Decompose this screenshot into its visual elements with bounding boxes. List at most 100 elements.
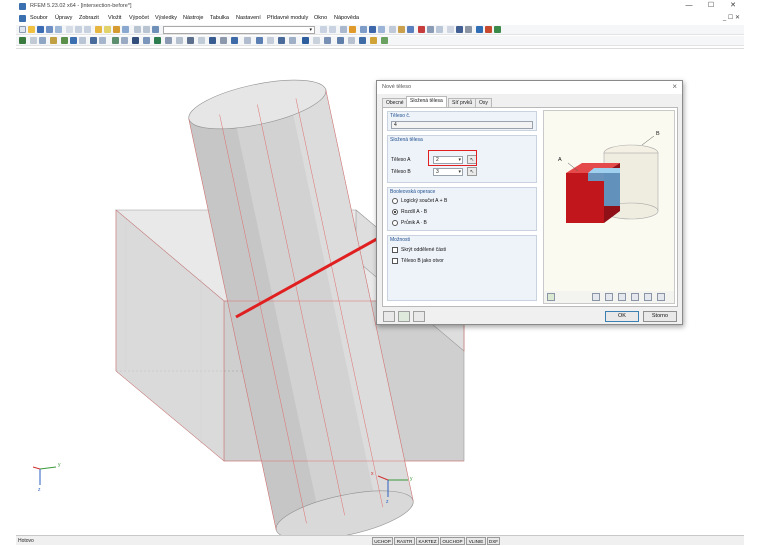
preview-print-icon[interactable] bbox=[644, 293, 652, 301]
hide-separated-checkbox[interactable] bbox=[392, 247, 398, 253]
preview-view-z-icon[interactable] bbox=[631, 293, 639, 301]
cube-icon[interactable] bbox=[398, 26, 405, 33]
body-b-combo[interactable]: 3 ▾ bbox=[433, 168, 463, 176]
plot-icon[interactable] bbox=[381, 37, 388, 44]
import-icon[interactable] bbox=[348, 37, 355, 44]
save-icon[interactable] bbox=[37, 26, 44, 33]
print-preview-icon[interactable] bbox=[55, 26, 62, 33]
status-dxf-button[interactable]: DXF bbox=[487, 537, 500, 545]
solids-icon[interactable] bbox=[389, 26, 396, 33]
view-z-icon[interactable] bbox=[143, 37, 150, 44]
support-icon[interactable] bbox=[61, 37, 68, 44]
view-icon[interactable] bbox=[104, 26, 111, 33]
cancel-button[interactable]: Storno bbox=[643, 311, 677, 322]
tab-obecne[interactable]: Obecné bbox=[382, 98, 408, 107]
menu-zobrazit[interactable]: Zobrazit bbox=[79, 15, 99, 21]
filter-icon[interactable] bbox=[407, 26, 414, 33]
help-button[interactable] bbox=[383, 311, 395, 322]
zoom-window-icon[interactable] bbox=[176, 37, 183, 44]
cut-icon[interactable] bbox=[66, 26, 73, 33]
preview-settings-icon[interactable] bbox=[547, 293, 555, 301]
hinge-icon[interactable] bbox=[70, 37, 77, 44]
status-ouchop-button[interactable]: OUCHOP bbox=[440, 537, 465, 545]
color-icon[interactable] bbox=[370, 37, 377, 44]
settings-icon[interactable] bbox=[465, 26, 472, 33]
wireframe-icon[interactable] bbox=[209, 37, 216, 44]
grid-icon[interactable] bbox=[143, 26, 150, 33]
mdi-window-controls[interactable]: _ ☐ ✕ bbox=[723, 14, 740, 21]
dialog-close-icon[interactable]: × bbox=[672, 82, 677, 91]
solid-view-icon[interactable] bbox=[220, 37, 227, 44]
layer-icon[interactable] bbox=[324, 37, 331, 44]
select-icon[interactable] bbox=[95, 26, 102, 33]
ok-button[interactable]: OK bbox=[605, 311, 639, 322]
view-iso-icon[interactable] bbox=[112, 37, 119, 44]
menu-nastroje[interactable]: Nástroje bbox=[183, 15, 203, 21]
export-icon[interactable] bbox=[337, 37, 344, 44]
guide-icon[interactable] bbox=[447, 26, 454, 33]
structure-icon[interactable] bbox=[90, 37, 97, 44]
status-vlinie-button[interactable]: VLINIE bbox=[466, 537, 486, 545]
status-uchop-button[interactable]: UCHOP bbox=[372, 537, 393, 545]
radio-intersection[interactable] bbox=[392, 220, 398, 226]
pick-button[interactable] bbox=[413, 311, 425, 322]
axis-tool-icon[interactable] bbox=[39, 37, 46, 44]
surfaces-icon[interactable] bbox=[378, 26, 385, 33]
menu-vypocet[interactable]: Výpočet bbox=[129, 15, 149, 21]
loads-icon[interactable] bbox=[340, 26, 347, 33]
legend-icon[interactable] bbox=[289, 37, 296, 44]
measure-icon[interactable] bbox=[427, 26, 434, 33]
status-rastr-button[interactable]: RASTR bbox=[394, 537, 415, 545]
render-icon[interactable] bbox=[113, 26, 120, 33]
pan-icon[interactable] bbox=[198, 37, 205, 44]
table-icon[interactable] bbox=[134, 26, 141, 33]
prev-icon[interactable] bbox=[320, 26, 327, 33]
deform-icon[interactable] bbox=[349, 26, 356, 33]
dim-icon[interactable] bbox=[302, 37, 309, 44]
zoom-all-icon[interactable] bbox=[165, 37, 172, 44]
preview-view-y-icon[interactable] bbox=[618, 293, 626, 301]
info-button[interactable] bbox=[398, 311, 410, 322]
maximize-button[interactable]: ☐ bbox=[700, 1, 722, 11]
delete-icon[interactable] bbox=[418, 26, 425, 33]
radio-difference[interactable] bbox=[392, 209, 398, 215]
undo-icon[interactable] bbox=[75, 26, 82, 33]
menu-napoveda[interactable]: Nápověda bbox=[334, 15, 359, 21]
menu-upravy[interactable]: Úpravy bbox=[55, 15, 72, 21]
perspective-icon[interactable] bbox=[244, 37, 251, 44]
menu-vysledky[interactable]: Výsledky bbox=[155, 15, 177, 21]
status-kartez-button[interactable]: KARTEZ bbox=[416, 537, 439, 545]
open-folder-icon[interactable] bbox=[28, 26, 35, 33]
numbering-icon[interactable] bbox=[278, 37, 285, 44]
rotate-icon[interactable] bbox=[187, 37, 194, 44]
preview-view-x-icon[interactable] bbox=[605, 293, 613, 301]
new-file-icon[interactable] bbox=[19, 26, 26, 33]
line-tool-icon[interactable] bbox=[30, 37, 37, 44]
view-y-icon[interactable] bbox=[132, 37, 139, 44]
radio-union[interactable] bbox=[392, 198, 398, 204]
view-x-icon[interactable] bbox=[121, 37, 128, 44]
menu-tabulka[interactable]: Tabulka bbox=[210, 15, 229, 21]
calc-icon[interactable] bbox=[122, 26, 129, 33]
module-c-icon[interactable] bbox=[494, 26, 501, 33]
preview-zoom-icon[interactable] bbox=[657, 293, 665, 301]
body-b-as-hole-checkbox[interactable] bbox=[392, 258, 398, 264]
preview-view-iso-icon[interactable] bbox=[592, 293, 600, 301]
redo-icon[interactable] bbox=[84, 26, 91, 33]
menu-okno[interactable]: Okno bbox=[314, 15, 327, 21]
dims-icon[interactable] bbox=[436, 26, 443, 33]
document-icon[interactable] bbox=[19, 15, 26, 22]
grid-snap-icon[interactable] bbox=[313, 37, 320, 44]
snap-icon[interactable] bbox=[50, 37, 57, 44]
section-icon[interactable] bbox=[79, 37, 86, 44]
tools-icon[interactable] bbox=[456, 26, 463, 33]
next-icon[interactable] bbox=[329, 26, 336, 33]
module-b-icon[interactable] bbox=[485, 26, 492, 33]
pointer-icon[interactable] bbox=[19, 37, 26, 44]
mesh-icon[interactable] bbox=[99, 37, 106, 44]
body-b-pick-button[interactable]: ↖ bbox=[467, 167, 477, 176]
light-icon[interactable] bbox=[256, 37, 263, 44]
print-icon[interactable] bbox=[46, 26, 53, 33]
tab-sit-prvku[interactable]: Síť prvků bbox=[448, 98, 477, 107]
tab-osy[interactable]: Osy bbox=[475, 98, 492, 107]
